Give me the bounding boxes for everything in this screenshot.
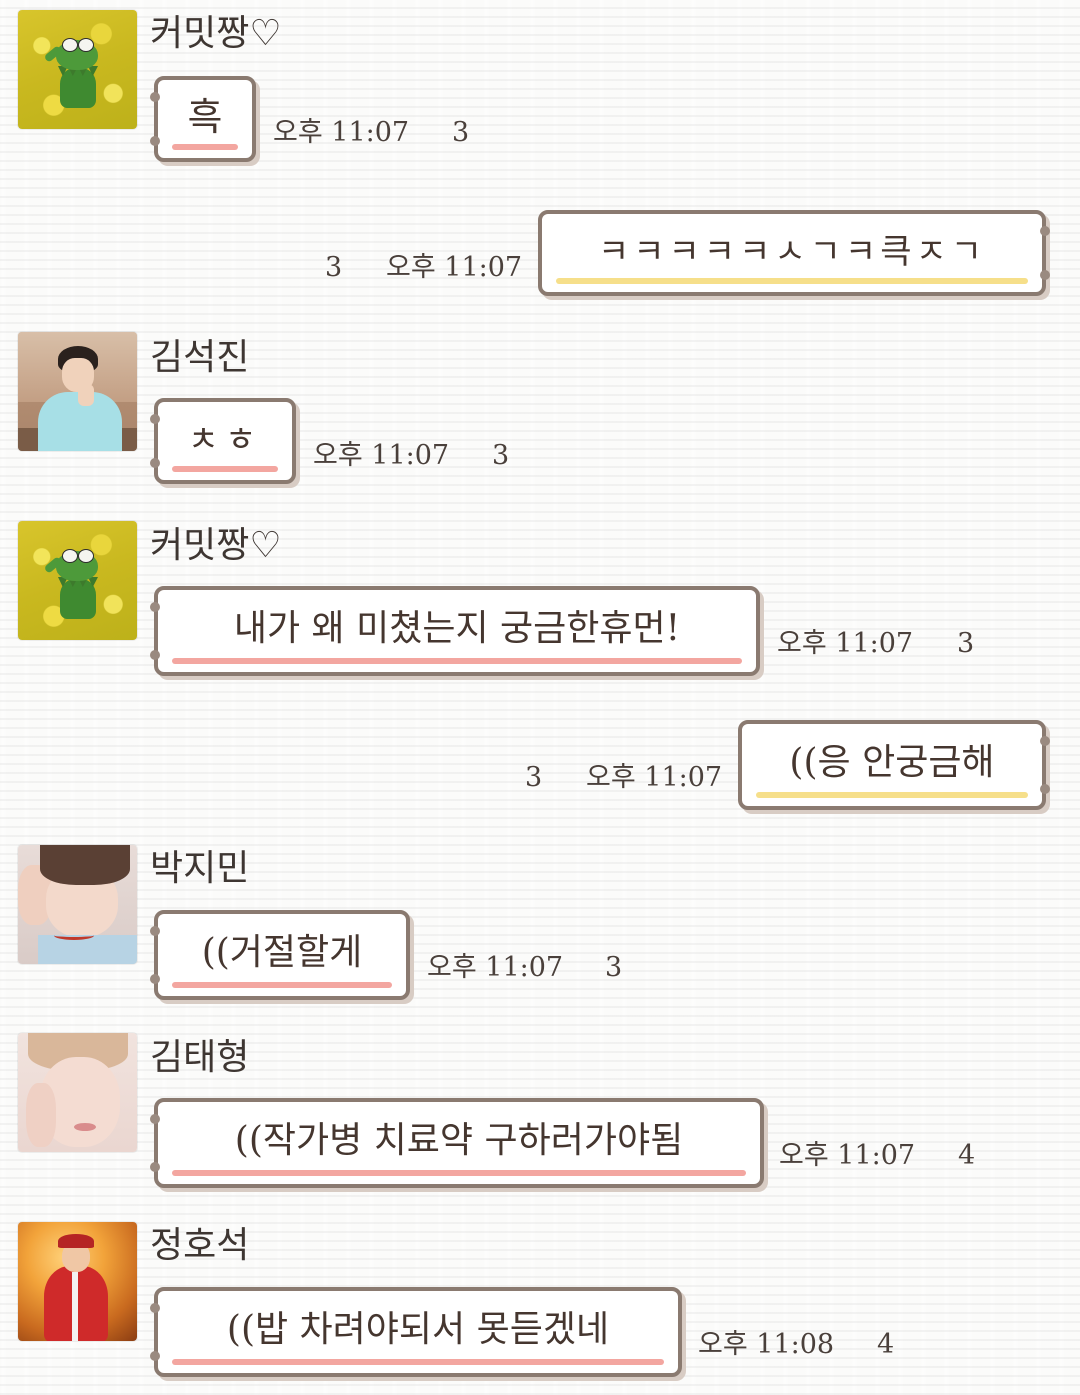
unread-count: 3 (325, 252, 343, 283)
message-underline (172, 1359, 664, 1365)
unread-count: 4 (877, 1329, 895, 1360)
taehyung-avatar-icon[interactable] (18, 1033, 137, 1152)
sender-name: 김석진 (150, 337, 250, 378)
sender-name: 박지민 (150, 848, 250, 889)
unread-count: 3 (452, 117, 470, 148)
message-bubble[interactable]: ((거절할게 (150, 910, 410, 1000)
message-underline (172, 658, 742, 664)
message-time: 오후 11:07 (586, 762, 723, 793)
message-text: ((작가병 치료약 구하러가야됨 (234, 1120, 684, 1161)
message-time: 오후 11:07 (386, 252, 523, 283)
hoseok-avatar-icon[interactable] (18, 1222, 137, 1341)
message-text: ㅊㅎ (187, 420, 263, 460)
message-time: 오후 11:07 (273, 117, 410, 148)
unread-count: 3 (492, 440, 510, 471)
sender-name: 김태형 (150, 1037, 250, 1078)
message-time: 오후 11:07 (313, 440, 450, 471)
message-bubble[interactable]: 내가 왜 미쳤는지 궁금한휴먼! (150, 586, 760, 676)
message-underline (172, 1170, 746, 1176)
unread-count: 3 (957, 628, 975, 659)
message-text: ((밥 차려야되서 못듣겠네 (226, 1309, 610, 1350)
message-bubble[interactable]: ((작가병 치료약 구하러가야됨 (150, 1098, 764, 1188)
sender-name: 커밋짱♡ (150, 13, 282, 54)
unread-count: 4 (958, 1140, 976, 1171)
message-text: 흑 (187, 95, 223, 139)
message-underline (172, 466, 278, 472)
kermit-avatar-icon[interactable] (18, 521, 137, 640)
message-bubble[interactable]: ㅊㅎ (150, 398, 296, 484)
kermit-avatar-icon[interactable] (18, 10, 137, 129)
chat-room: 커밋짱♡ 흑 오후 11:07 3 3 오후 11:07 ㅋㅋㅋㅋㅋㅅㄱㅋ큭ㅈㄱ… (0, 0, 1080, 1395)
jin-avatar-icon[interactable] (18, 332, 137, 451)
sender-name: 정호석 (150, 1225, 250, 1266)
message-underline (556, 278, 1028, 284)
message-text: 내가 왜 미쳤는지 궁금한휴먼! (233, 608, 681, 649)
message-bubble[interactable]: 흑 (150, 76, 256, 162)
message-text: ㅋㅋㅋㅋㅋㅅㄱㅋ큭ㅈㄱ (597, 232, 987, 272)
message-underline (756, 792, 1028, 798)
message-time: 오후 11:07 (427, 952, 564, 983)
message-bubble[interactable]: ((밥 차려야되서 못듣겠네 (150, 1287, 682, 1377)
message-bubble[interactable]: ((응 안궁금해 (738, 720, 1050, 810)
unread-count: 3 (605, 952, 623, 983)
message-underline (172, 144, 238, 150)
message-text: ((응 안궁금해 (789, 742, 995, 783)
message-time: 오후 11:07 (777, 628, 914, 659)
unread-count: 3 (525, 762, 543, 793)
message-underline (172, 982, 392, 988)
sender-name: 커밋짱♡ (150, 525, 282, 566)
message-text: ((거절할게 (201, 932, 363, 973)
message-bubble[interactable]: ㅋㅋㅋㅋㅋㅅㄱㅋ큭ㅈㄱ (538, 210, 1050, 296)
message-time: 오후 11:08 (698, 1329, 835, 1360)
message-time: 오후 11:07 (779, 1140, 916, 1171)
jimin-avatar-icon[interactable] (18, 845, 137, 964)
